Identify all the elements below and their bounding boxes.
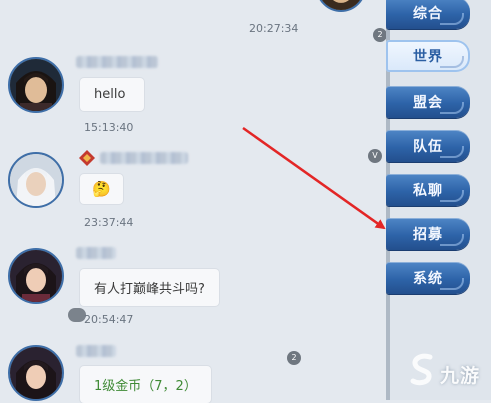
tab-private-chat[interactable]: 私聊 [386, 174, 470, 206]
jiuyou-watermark-logo: 九游 [408, 352, 488, 392]
message-bubble[interactable]: 有人打巅峰共斗吗? [80, 269, 219, 306]
tab-comprehensive[interactable]: 综合 [386, 0, 470, 29]
avatar[interactable] [8, 152, 64, 208]
tab-system[interactable]: 系统 [386, 262, 470, 294]
watermark-text: 九游 [440, 365, 481, 387]
tab-world[interactable]: 世界 [386, 40, 470, 72]
badge-bottom: 2 [287, 351, 301, 365]
rank-badge-icon [79, 150, 95, 166]
username-blurred [76, 247, 116, 259]
emoji-message-bubble[interactable]: 🤔 [80, 174, 123, 204]
timestamp: 20:27:34 [249, 22, 299, 35]
timestamp: 20:54:47 [84, 313, 134, 326]
avatar[interactable] [316, 0, 366, 12]
avatar[interactable] [8, 57, 64, 113]
username-blurred [100, 152, 188, 164]
username-blurred [76, 345, 116, 357]
gold-item-message-bubble[interactable]: 1级金币（7，2） [80, 366, 211, 403]
tab-guild[interactable]: 盟会 [386, 86, 470, 118]
jiuyou-logo-icon [410, 353, 433, 386]
timestamp: 15:13:40 [84, 121, 134, 134]
username-blurred [76, 56, 158, 68]
avatar[interactable] [8, 345, 64, 401]
message-bubble[interactable]: hello [80, 78, 144, 111]
timestamp: 23:37:44 [84, 216, 134, 229]
tab-team[interactable]: 队伍 [386, 130, 470, 162]
avatar[interactable] [8, 248, 64, 304]
chat-area[interactable]: 20:27:34 hello 15:13:40 🤔 23:37:44 有人打巅峰… [0, 0, 387, 403]
tab-recruit[interactable]: 招募 [386, 218, 470, 250]
badge-middle: V [368, 149, 382, 163]
badge-top: 2 [373, 28, 387, 42]
